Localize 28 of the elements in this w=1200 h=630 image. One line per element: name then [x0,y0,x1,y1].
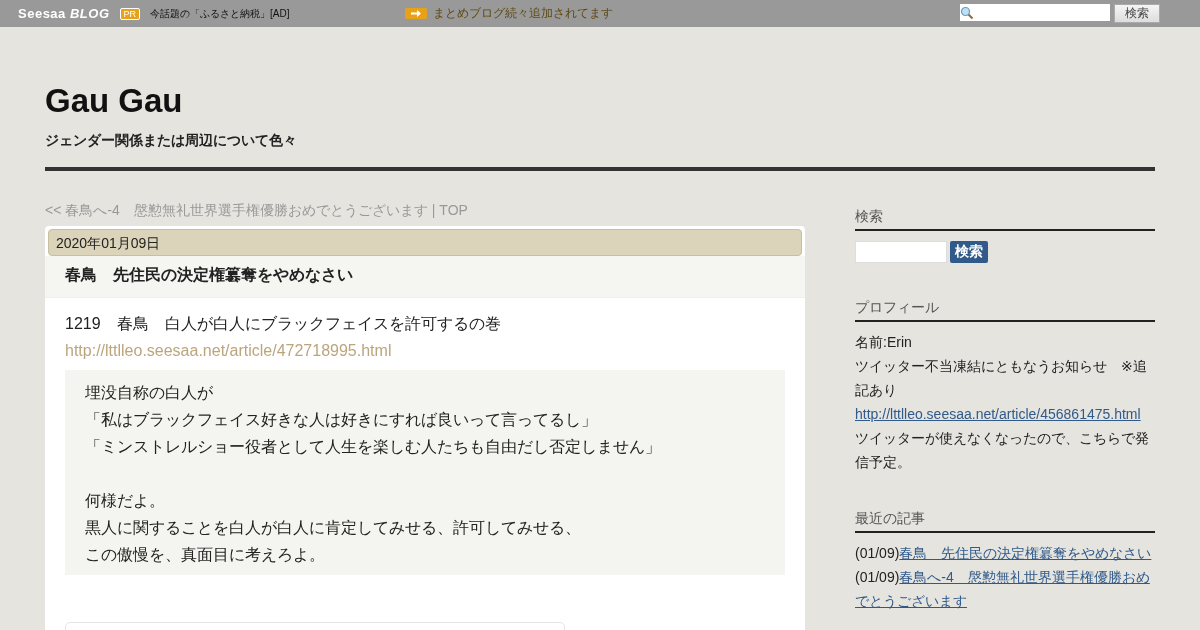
nav-separator: | [431,202,436,220]
ad-link[interactable]: 今話題の「ふるさと納税」[AD] [150,6,290,21]
post-date: 2020年01月09日 [48,229,802,256]
quote-line: 「ミンストレルショー役者として人生を楽しむ人たちも自由だし否定しません」 [85,437,662,457]
blog-subtitle: ジェンダー関係または周辺について色々 [45,132,298,150]
search-field[interactable] [855,241,947,263]
profile-text: ツイッター不当凍結にともなうお知らせ ※追記あり [855,357,1148,400]
sidebar-heading: 検索 [855,208,1155,231]
profile-name: 名前:Erin [855,333,913,352]
profile-text: ツイッターが使えなくなったので、こちらで発信予定。 [855,429,1150,472]
quote-line: 黒人に関することを白人が白人に肯定してみせる、許可してみせる、 [85,518,582,538]
search-button[interactable]: 検索 [950,241,988,263]
blog-title[interactable]: Gau Gau [45,27,1155,121]
recent-post-item[interactable]: (01/09)春鳥 先住民の決定権簒奪をやめなさい [855,541,1155,565]
sidebar-heading: 最近の記事 [855,510,1155,533]
search-icon [960,5,974,20]
search-field[interactable] [960,4,1110,21]
profile-link[interactable]: http://lttlleo.seesaa.net/article/456861475.html [855,402,1155,426]
post-title[interactable]: 春鳥 先住民の決定権簒奪をやめなさい [45,256,805,298]
pr-badge: PR [119,7,140,20]
sidebar-heading: プロフィール [855,299,1155,322]
quote-line: この傲慢を、真面目に考えろよ。 [85,545,326,565]
search-button[interactable]: 検索 [1114,4,1160,23]
quote-line: 「私はブラックフェイス好きな人は好きにすれば良いって言ってるし」 [85,410,598,430]
quote-line: 埋没自称の白人が [85,383,214,403]
post-text: 1219 春鳥 白人が白人にブラックフェイスを許可するの巻 [65,314,502,334]
quote-line: 何様だよ。 [85,491,166,511]
recent-post-item[interactable]: (01/09)春鳥へ-4 慇懃無礼世界選手権優勝おめでとうございます [855,565,1155,613]
